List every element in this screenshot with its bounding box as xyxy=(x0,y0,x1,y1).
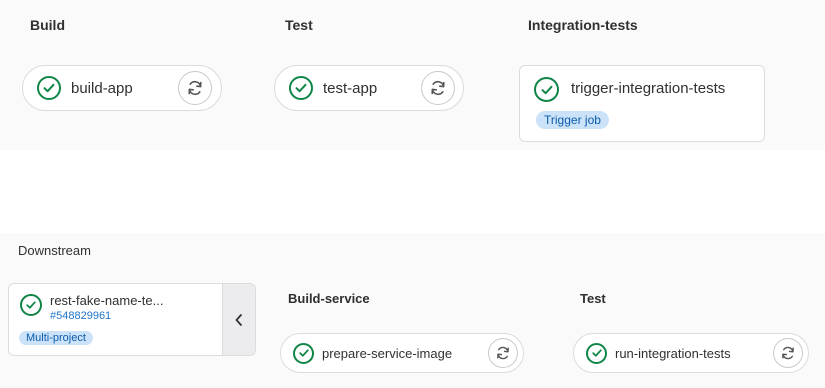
retry-button[interactable] xyxy=(178,71,212,105)
retry-button[interactable] xyxy=(488,338,518,368)
retry-icon xyxy=(188,80,202,96)
job-name: test-app xyxy=(323,79,378,97)
stage-title-integration-tests: Integration-tests xyxy=(528,17,638,33)
success-check-icon xyxy=(289,76,313,100)
job-run-integration-tests[interactable]: run-integration-tests xyxy=(573,333,809,373)
downstream-pipeline-name[interactable]: rest-fake-name-te... xyxy=(50,293,163,308)
multi-project-badge: Multi-project xyxy=(19,331,93,345)
success-check-icon xyxy=(37,76,61,100)
stage-title-build-service: Build-service xyxy=(288,291,370,306)
collapse-downstream-button[interactable] xyxy=(222,284,255,355)
downstream-heading: Downstream xyxy=(18,243,91,258)
stage-title-build: Build xyxy=(30,17,65,33)
job-name: run-integration-tests xyxy=(615,345,731,361)
job-trigger-integration-tests[interactable]: trigger-integration-tests Trigger job xyxy=(519,65,765,142)
downstream-pipeline-card[interactable]: rest-fake-name-te... #548829961 Multi-pr… xyxy=(8,283,256,356)
job-build-app[interactable]: build-app xyxy=(22,65,222,111)
success-check-icon xyxy=(293,342,314,364)
retry-button[interactable] xyxy=(421,71,455,105)
trigger-job-badge: Trigger job xyxy=(536,111,609,129)
retry-icon xyxy=(431,80,445,96)
stage-title-test: Test xyxy=(285,17,313,33)
job-name: trigger-integration-tests xyxy=(571,80,726,97)
job-test-app[interactable]: test-app xyxy=(274,65,464,111)
stage-title-test-downstream: Test xyxy=(580,291,606,306)
success-check-icon xyxy=(534,77,559,102)
retry-icon xyxy=(782,346,794,360)
success-check-icon xyxy=(20,294,42,316)
job-name: prepare-service-image xyxy=(322,345,453,361)
retry-icon xyxy=(497,346,509,360)
success-check-icon xyxy=(586,342,607,364)
downstream-pipeline-id[interactable]: #548829961 xyxy=(50,310,111,322)
job-name: build-app xyxy=(71,79,133,97)
job-prepare-service-image[interactable]: prepare-service-image xyxy=(280,333,524,373)
chevron-left-icon xyxy=(235,313,242,326)
retry-button[interactable] xyxy=(773,338,803,368)
